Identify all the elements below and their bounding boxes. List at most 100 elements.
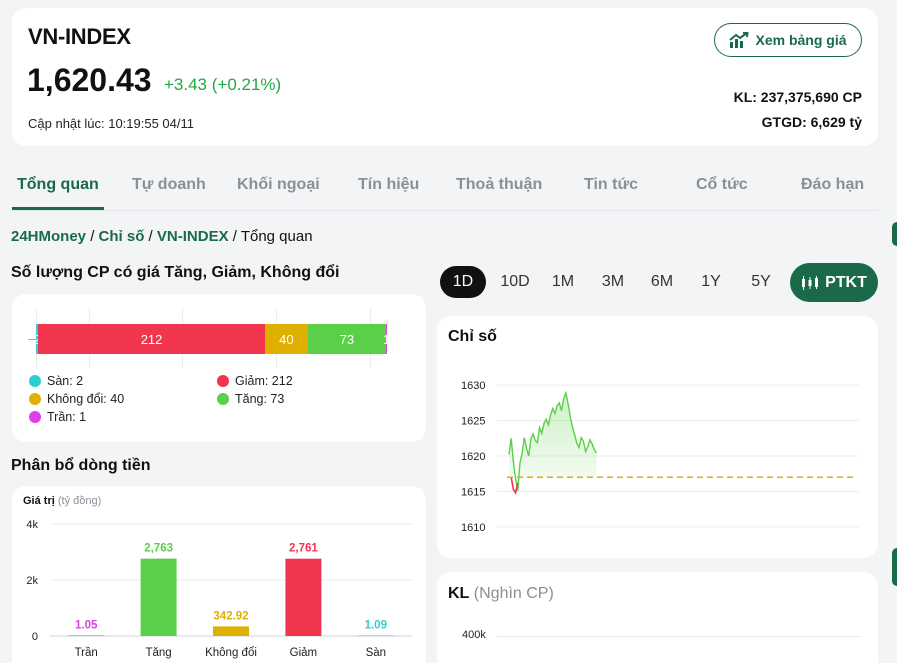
index-name: VN-INDEX [28, 24, 131, 49]
money-flow-bar[interactable] [285, 558, 322, 636]
legend-dot [217, 393, 229, 405]
money-flow-value-label: 342.92 [213, 610, 248, 622]
stock-count-title: Số lượng CP có giá Tăng, Giảm, Không đổi [11, 264, 340, 281]
volume-title-unit: (Nghìn CP) [473, 585, 554, 602]
candlestick-icon [802, 275, 819, 290]
stock-count-segment-label: 1 [382, 331, 391, 347]
period-1y[interactable]: 1Y [688, 266, 734, 298]
section-tabs: Tổng quan Tự doanh Khối ngoại Tín hiệu T… [12, 160, 878, 211]
gridline [497, 636, 861, 637]
breadcrumb-vnindex[interactable]: VN-INDEX [157, 228, 229, 245]
money-flow-chart: 4k 2k 0 1.05 Trần 2,763 Tăng 342.92 Không đổi 2,7… [26, 519, 412, 659]
turnover-value: GTGD: 6,629 tỷ [761, 114, 862, 130]
breadcrumb-home[interactable]: 24HMoney [11, 228, 86, 245]
legend-item: Không đổi: 40 [29, 392, 124, 406]
breadcrumb: 24HMoney / Chỉ số / VN-INDEX / Tổng quan [11, 228, 313, 245]
view-price-board-button[interactable]: Xem bảng giá [714, 23, 862, 57]
tab-overview[interactable]: Tổng quan [17, 176, 99, 194]
stock-count-segment-label: 40 [279, 331, 294, 347]
tab-news[interactable]: Tin tức [584, 176, 638, 194]
tab-negotiated[interactable]: Thoả thuận [456, 176, 542, 194]
legend-item: Trần: 1 [29, 410, 86, 424]
tab-dividends[interactable]: Cổ tức [696, 176, 748, 194]
y-tick-label: 1625 [461, 416, 485, 428]
volume-title-label: KL [448, 585, 470, 602]
period-3m[interactable]: 3M [590, 266, 636, 298]
updated-time: Cập nhật lúc: 10:19:55 04/11 [28, 116, 194, 131]
y-tick-label: 0 [32, 631, 38, 643]
period-1m[interactable]: 1M [540, 266, 586, 298]
money-flow-title: Phân bổ dòng tiền [11, 457, 151, 474]
y-tick-label: 2k [26, 575, 38, 587]
tab-proprietary[interactable]: Tự doanh [132, 176, 206, 194]
money-flow-value-label: 1.05 [75, 620, 98, 632]
technical-analysis-label: PTKT [825, 273, 867, 291]
index-line-chart: 1630 1625 1620 1615 1610 [461, 380, 859, 534]
view-price-board-label: Xem bảng giá [755, 32, 847, 48]
technical-analysis-button[interactable]: PTKT [790, 263, 878, 302]
index-header-card: VN-INDEX 1,620.43 +3.43 (+0.21%) Cập nhậ… [12, 8, 878, 146]
stock-count-card: 2 212 40 73 1 Sàn: 2 Giảm: 212 Không đổi: 40 Tă… [12, 294, 426, 442]
money-flow-bar[interactable] [140, 558, 177, 636]
index-change: +3.43 (+0.21%) [164, 75, 282, 94]
money-flow-bar[interactable] [68, 635, 105, 637]
period-5y[interactable]: 5Y [738, 266, 784, 298]
breadcrumb-separator: / [228, 228, 241, 245]
period-10d[interactable]: 10D [490, 266, 540, 298]
money-flow-value-label: 2,763 [144, 543, 173, 555]
stock-count-segment[interactable]: 212 [38, 324, 265, 354]
breadcrumb-indices[interactable]: Chỉ số [99, 228, 145, 245]
stock-count-segment[interactable]: 40 [264, 324, 308, 354]
volume-value: KL: 237,375,690 CP [733, 89, 862, 105]
legend-item: Giảm: 212 [217, 374, 293, 388]
x-category-label: Sàn [366, 647, 386, 659]
legend-item: Sàn: 2 [29, 374, 83, 388]
y-tick-label: 4k [26, 519, 38, 531]
sidebar-edge-fragment [892, 222, 897, 246]
period-switcher: 1D 10D 1M 3M 6M 1Y 5Y [440, 266, 780, 300]
stock-count-segment-label: 212 [140, 331, 163, 347]
volume-axis-tick: 400k [462, 629, 486, 641]
x-category-label: Không đổi [205, 647, 257, 659]
volume-chart-title: KL (Nghìn CP) [448, 585, 554, 603]
y-tick-label: 1615 [461, 486, 485, 498]
active-tab-indicator [12, 207, 104, 210]
breadcrumb-current: Tổng quan [240, 228, 313, 245]
sidebar-edge-fragment [892, 548, 897, 586]
tab-maturity[interactable]: Đáo hạn [801, 176, 864, 194]
money-flow-bar[interactable] [213, 626, 249, 636]
money-flow-value-label: 1.09 [365, 620, 387, 632]
legend-label: Không đổi: 40 [47, 392, 125, 406]
chart-trend-icon [729, 32, 750, 48]
period-6m[interactable]: 6M [637, 266, 687, 298]
legend-label: Giảm: 212 [235, 374, 293, 388]
legend-label: Sàn: 2 [47, 374, 84, 388]
money-flow-card: Giá trị (tỷ đồng) 4k 2k 0 1.05 Trần 2,763 Tăng… [12, 486, 426, 663]
legend-item: Tăng: 73 [217, 392, 284, 406]
legend-label: Tăng: 73 [235, 392, 285, 406]
legend-dot [29, 375, 41, 387]
stock-count-segment[interactable]: 1 [382, 324, 391, 354]
tab-foreign[interactable]: Khối ngoại [237, 176, 320, 194]
money-flow-value-label: 2,761 [289, 543, 318, 555]
legend-dot [29, 411, 41, 423]
legend-label: Trần: 1 [47, 410, 87, 424]
legend-dot [29, 393, 41, 405]
x-category-label: Trần [75, 647, 98, 659]
breadcrumb-separator: / [144, 228, 157, 245]
index-chart-card: Chỉ số 1630 1625 1620 1615 1610 [437, 316, 878, 558]
volume-chart-card: KL (Nghìn CP) 400k [437, 572, 878, 663]
legend-dot [217, 375, 229, 387]
index-value: 1,620.43 [27, 62, 152, 98]
stock-count-bar: 2 212 40 73 1 [33, 324, 391, 354]
breadcrumb-separator: / [86, 228, 99, 245]
y-tick-label: 1610 [461, 522, 485, 534]
x-category-label: Tăng [145, 647, 171, 659]
y-tick-label: 1630 [461, 380, 485, 392]
stock-count-segment-label: 73 [339, 331, 355, 347]
money-flow-bar[interactable] [357, 635, 394, 637]
tab-signals[interactable]: Tín hiệu [358, 176, 419, 194]
stock-count-segment[interactable]: 73 [307, 324, 386, 354]
x-category-label: Giảm [290, 647, 317, 659]
period-1d[interactable]: 1D [440, 266, 486, 298]
